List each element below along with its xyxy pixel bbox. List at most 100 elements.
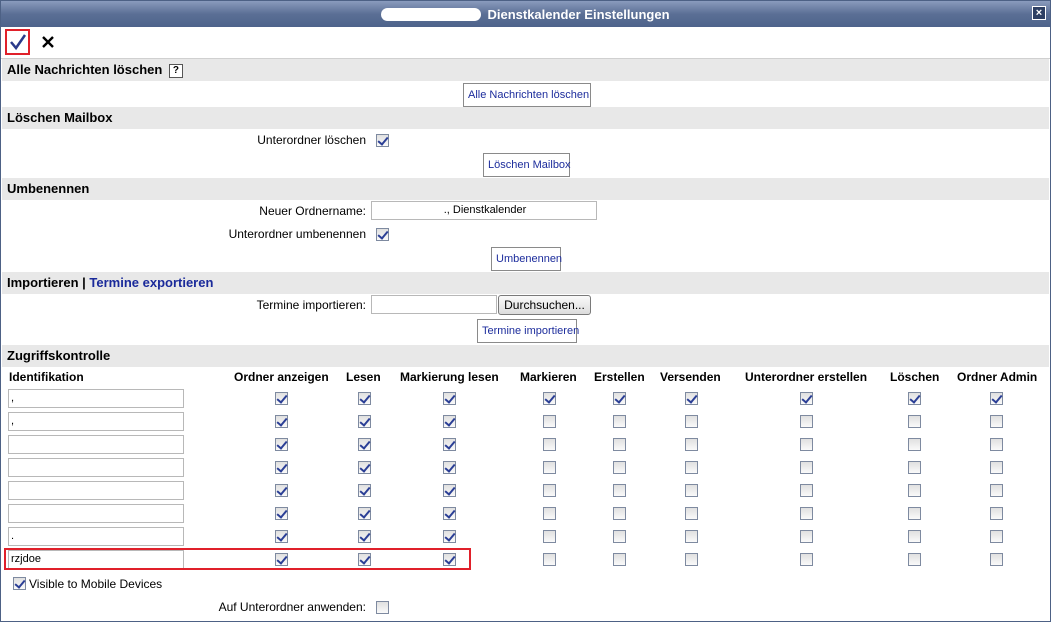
- perm-show-folder-checkbox[interactable]: [275, 484, 288, 497]
- perm-show-folder-checkbox[interactable]: [275, 392, 288, 405]
- perm-mark-checkbox[interactable]: [543, 507, 556, 520]
- perm-read-checkbox[interactable]: [358, 438, 371, 451]
- delete-all-messages-button[interactable]: Alle Nachrichten löschen: [463, 83, 591, 107]
- perm-read-marks-checkbox[interactable]: [443, 415, 456, 428]
- col-identification: Identifikation: [9, 370, 84, 384]
- mobile-visible-checkbox[interactable]: [13, 577, 26, 590]
- apply-subfolders-checkbox[interactable]: [376, 601, 389, 614]
- import-file-input[interactable]: [371, 295, 497, 314]
- window-close-button[interactable]: ×: [1032, 6, 1046, 20]
- perm-read-marks-checkbox[interactable]: [443, 392, 456, 405]
- perm-read-checkbox[interactable]: [358, 392, 371, 405]
- perm-folder-admin-checkbox[interactable]: [990, 438, 1003, 451]
- perm-mark-checkbox[interactable]: [543, 461, 556, 474]
- perm-read-checkbox[interactable]: [358, 507, 371, 520]
- new-folder-name-input[interactable]: ., Dienstkalender: [371, 201, 597, 220]
- toolbar: [1, 27, 1050, 59]
- perm-delete-checkbox[interactable]: [908, 438, 921, 451]
- perm-read-marks-checkbox[interactable]: [443, 507, 456, 520]
- perm-create-subfolder-checkbox[interactable]: [800, 438, 813, 451]
- section-delete-mailbox: Löschen Mailbox: [2, 107, 1049, 129]
- perm-folder-admin-checkbox[interactable]: [990, 553, 1003, 566]
- perm-create-subfolder-checkbox[interactable]: [800, 530, 813, 543]
- perm-create-checkbox[interactable]: [613, 392, 626, 405]
- perm-mark-checkbox[interactable]: [543, 553, 556, 566]
- identification-input[interactable]: ,: [8, 389, 184, 408]
- perm-folder-admin-checkbox[interactable]: [990, 415, 1003, 428]
- perm-delete-checkbox[interactable]: [908, 507, 921, 520]
- perm-create-subfolder-checkbox[interactable]: [800, 484, 813, 497]
- perm-folder-admin-checkbox[interactable]: [990, 530, 1003, 543]
- apply-subfolders-label: Auf Unterordner anwenden:: [218, 600, 366, 614]
- perm-show-folder-checkbox[interactable]: [275, 507, 288, 520]
- perm-delete-checkbox[interactable]: [908, 484, 921, 497]
- perm-folder-admin-checkbox[interactable]: [990, 484, 1003, 497]
- identification-input[interactable]: ,: [8, 412, 184, 431]
- settings-dialog: Dienstkalender Einstellungen × Alle Nach…: [0, 0, 1051, 622]
- perm-create-subfolder-checkbox[interactable]: [800, 507, 813, 520]
- perm-delete-checkbox[interactable]: [908, 553, 921, 566]
- perm-folder-admin-checkbox[interactable]: [990, 461, 1003, 474]
- perm-create-subfolder-checkbox[interactable]: [800, 553, 813, 566]
- perm-show-folder-checkbox[interactable]: [275, 461, 288, 474]
- perm-send-checkbox[interactable]: [685, 415, 698, 428]
- help-icon[interactable]: ?: [168, 63, 183, 78]
- perm-read-checkbox[interactable]: [358, 461, 371, 474]
- perm-create-subfolder-checkbox[interactable]: [800, 415, 813, 428]
- perm-show-folder-checkbox[interactable]: [275, 415, 288, 428]
- identification-input[interactable]: [8, 458, 184, 477]
- perm-delete-checkbox[interactable]: [908, 530, 921, 543]
- perm-create-checkbox[interactable]: [613, 507, 626, 520]
- perm-folder-admin-checkbox[interactable]: [990, 392, 1003, 405]
- perm-read-marks-checkbox[interactable]: [443, 461, 456, 474]
- cancel-button[interactable]: [39, 31, 57, 53]
- rename-subfolders-label: Unterordner umbenennen: [228, 227, 366, 241]
- perm-read-checkbox[interactable]: [358, 530, 371, 543]
- perm-read-checkbox[interactable]: [358, 484, 371, 497]
- perm-mark-checkbox[interactable]: [543, 392, 556, 405]
- section-title: Alle Nachrichten löschen: [7, 62, 163, 77]
- perm-create-subfolder-checkbox[interactable]: [800, 461, 813, 474]
- browse-button[interactable]: Durchsuchen...: [498, 295, 591, 315]
- identification-input[interactable]: [8, 481, 184, 500]
- perm-create-subfolder-checkbox[interactable]: [800, 392, 813, 405]
- perm-mark-checkbox[interactable]: [543, 530, 556, 543]
- perm-send-checkbox[interactable]: [685, 484, 698, 497]
- perm-delete-checkbox[interactable]: [908, 392, 921, 405]
- perm-delete-checkbox[interactable]: [908, 461, 921, 474]
- perm-create-checkbox[interactable]: [613, 553, 626, 566]
- perm-send-checkbox[interactable]: [685, 553, 698, 566]
- import-appointments-button[interactable]: Termine importieren: [477, 319, 579, 343]
- perm-read-marks-checkbox[interactable]: [443, 530, 456, 543]
- perm-send-checkbox[interactable]: [685, 530, 698, 543]
- delete-subfolders-checkbox[interactable]: [376, 134, 389, 147]
- perm-create-checkbox[interactable]: [613, 461, 626, 474]
- rename-subfolders-checkbox[interactable]: [376, 228, 389, 241]
- perm-create-checkbox[interactable]: [613, 415, 626, 428]
- section-delete-messages: Alle Nachrichten löschen ?: [2, 59, 1049, 81]
- identification-input[interactable]: [8, 504, 184, 523]
- perm-mark-checkbox[interactable]: [543, 415, 556, 428]
- ok-button[interactable]: [5, 29, 30, 55]
- perm-read-marks-checkbox[interactable]: [443, 484, 456, 497]
- perm-delete-checkbox[interactable]: [908, 415, 921, 428]
- delete-mailbox-button[interactable]: Löschen Mailbox: [483, 153, 571, 177]
- identification-input[interactable]: .: [8, 527, 184, 546]
- perm-create-checkbox[interactable]: [613, 438, 626, 451]
- perm-send-checkbox[interactable]: [685, 461, 698, 474]
- export-appointments-link[interactable]: Termine exportieren: [89, 275, 213, 290]
- perm-show-folder-checkbox[interactable]: [275, 438, 288, 451]
- perm-create-checkbox[interactable]: [613, 484, 626, 497]
- perm-create-checkbox[interactable]: [613, 530, 626, 543]
- rename-button[interactable]: Umbenennen: [491, 247, 562, 271]
- perm-folder-admin-checkbox[interactable]: [990, 507, 1003, 520]
- perm-send-checkbox[interactable]: [685, 392, 698, 405]
- perm-send-checkbox[interactable]: [685, 507, 698, 520]
- perm-read-marks-checkbox[interactable]: [443, 438, 456, 451]
- perm-send-checkbox[interactable]: [685, 438, 698, 451]
- perm-mark-checkbox[interactable]: [543, 438, 556, 451]
- perm-mark-checkbox[interactable]: [543, 484, 556, 497]
- identification-input[interactable]: [8, 435, 184, 454]
- perm-show-folder-checkbox[interactable]: [275, 530, 288, 543]
- perm-read-checkbox[interactable]: [358, 415, 371, 428]
